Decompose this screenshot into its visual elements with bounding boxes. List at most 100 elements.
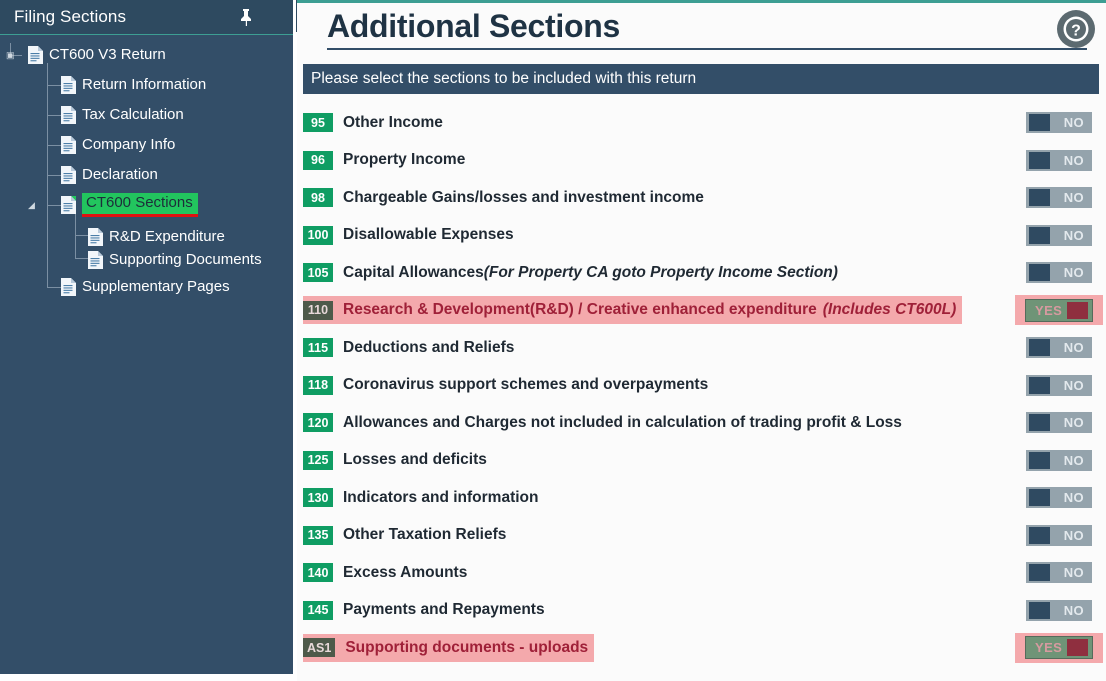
section-label-text: Coronavirus support schemes and overpaym…	[343, 376, 709, 394]
section-label: Coronavirus support schemes and overpaym…	[343, 376, 708, 394]
tree-item-supporting-documents[interactable]: Supporting Documents	[88, 248, 262, 272]
tree-item-label: Supporting Documents	[109, 251, 262, 268]
section-toggle-cell: NO	[1015, 595, 1103, 625]
section-toggle-no[interactable]: NO	[1026, 449, 1092, 471]
tree-item-supplementary-pages[interactable]: Supplementary Pages	[61, 275, 230, 299]
section-label: Chargeable Gains/losses and investment i…	[343, 189, 704, 207]
sections-list: 95 Other Income NO 96 Property Income NO 98 Cha…	[297, 104, 1106, 667]
toggle-knob	[1029, 414, 1050, 432]
toggle-knob	[1067, 639, 1088, 657]
section-code-badge: 145	[303, 600, 333, 620]
section-code-badge: 110	[303, 300, 333, 320]
section-toggle-cell: NO	[1015, 220, 1103, 250]
section-row-content: 125 Losses and deficits	[303, 446, 493, 474]
section-toggle-no[interactable]: NO	[1026, 487, 1092, 509]
document-icon	[28, 46, 43, 64]
document-icon	[61, 166, 76, 184]
tree-item-label: Return Information	[82, 76, 207, 93]
section-toggle-no[interactable]: NO	[1026, 562, 1092, 584]
instruction-text: Please select the sections to be include…	[311, 70, 697, 87]
section-row: 100 Disallowable Expenses NO	[297, 217, 1106, 255]
section-row: 120 Allowances and Charges not included i…	[297, 404, 1106, 442]
toggle-label: YES	[1035, 640, 1063, 656]
section-code-badge: 130	[303, 488, 333, 508]
tree-item-declaration[interactable]: Declaration	[61, 163, 158, 187]
tree-item-label: Declaration	[82, 166, 158, 183]
toggle-label: NO	[1063, 452, 1084, 468]
section-toggle-no[interactable]: NO	[1026, 224, 1092, 246]
document-icon	[88, 228, 103, 246]
section-toggle-no[interactable]: NO	[1026, 599, 1092, 621]
section-toggle-no[interactable]: NO	[1026, 374, 1092, 396]
tree-item-ct600-v3-return[interactable]: CT600 V3 Return	[28, 43, 166, 67]
toggle-knob	[1029, 151, 1050, 169]
section-toggle-no[interactable]: NO	[1026, 112, 1092, 134]
section-row: 110 Research & Development(R&D) / Creativ…	[297, 292, 1106, 330]
section-label-text: Losses and deficits	[343, 451, 487, 469]
tree-item-ct600-sections[interactable]: CT600 Sections	[61, 193, 198, 217]
document-icon	[61, 106, 76, 124]
tree-expander-root[interactable]: ▣	[6, 51, 15, 60]
help-circle-icon[interactable]: ?	[1054, 7, 1098, 51]
tree-item-company-info[interactable]: Company Info	[61, 133, 175, 157]
section-toggle-no[interactable]: NO	[1026, 337, 1092, 359]
section-toggle-no[interactable]: NO	[1026, 262, 1092, 284]
toggle-label: NO	[1063, 115, 1084, 131]
pin-icon[interactable]	[237, 7, 255, 27]
section-row-content: 95 Other Income	[303, 109, 449, 137]
section-toggle-yes[interactable]: YES	[1025, 298, 1093, 322]
section-label: Property Income	[343, 151, 465, 169]
tree-expander-ct600-sections[interactable]: ◢	[28, 201, 35, 210]
section-label-text: Indicators and information	[343, 488, 539, 506]
section-toggle-no[interactable]: NO	[1026, 524, 1092, 546]
section-row-content: 105 Capital Allowances(For Property CA go…	[303, 259, 844, 287]
section-toggle-no[interactable]: NO	[1026, 412, 1092, 434]
section-row-content: 115 Deductions and Reliefs	[303, 334, 520, 362]
tree-line	[47, 175, 61, 176]
toggle-label: NO	[1063, 415, 1084, 431]
svg-text:?: ?	[1071, 23, 1081, 40]
toggle-knob	[1029, 564, 1050, 582]
sidebar-title: Filing Sections	[14, 7, 127, 26]
section-row: 98 Chargeable Gains/losses and investment…	[297, 179, 1106, 217]
tree-item-return-information[interactable]: Return Information	[61, 73, 206, 97]
section-label: Capital Allowances(For Property CA goto …	[343, 264, 838, 282]
toggle-label: NO	[1063, 527, 1084, 543]
section-row-content: 96 Property Income	[303, 146, 471, 174]
tree-line	[75, 235, 88, 236]
section-code-badge: AS1	[303, 638, 336, 658]
tree-line	[47, 115, 61, 116]
tree-line	[75, 258, 88, 259]
section-toggle-cell: NO	[1015, 520, 1103, 550]
toggle-label: NO	[1063, 490, 1084, 506]
application-window: Filing Sections ▣ ◢ CT600 V3 Return Retu…	[0, 0, 1106, 681]
section-toggle-yes[interactable]: YES	[1025, 636, 1093, 660]
section-toggle-no[interactable]: NO	[1026, 149, 1092, 171]
section-toggle-cell: YES	[1015, 632, 1103, 663]
instruction-bar: Please select the sections to be include…	[303, 64, 1099, 94]
tree-item-tax-calculation[interactable]: Tax Calculation	[61, 103, 184, 127]
section-row: 95 Other Income NO	[297, 104, 1106, 142]
toggle-knob	[1029, 526, 1050, 544]
tree-line	[47, 145, 61, 146]
toggle-knob	[1029, 376, 1050, 394]
tree-item-rd-expenditure[interactable]: R&D Expenditure	[88, 225, 225, 249]
section-row: 130 Indicators and information NO	[297, 479, 1106, 517]
section-label-text: Payments and Repayments	[343, 601, 545, 619]
section-code-badge: 96	[303, 150, 333, 170]
section-toggle-no[interactable]: NO	[1026, 187, 1092, 209]
section-label: Losses and deficits	[343, 451, 487, 469]
section-label-text: Supporting documents - uploads	[345, 638, 589, 656]
section-toggle-cell: NO	[1015, 558, 1103, 588]
section-label: Allowances and Charges not included in c…	[343, 414, 902, 432]
tree-item-label: Supplementary Pages	[82, 278, 230, 295]
section-label-text: Allowances and Charges not included in c…	[343, 413, 902, 431]
toggle-label: YES	[1035, 302, 1063, 318]
document-icon	[61, 76, 76, 94]
toggle-label: NO	[1063, 227, 1084, 243]
section-row-content: 110 Research & Development(R&D) / Creativ…	[303, 296, 963, 325]
section-label-text: Disallowable Expenses	[343, 226, 514, 244]
main-content: Additional Sections ? Please select the …	[297, 0, 1106, 681]
section-label-text: Excess Amounts	[343, 563, 468, 581]
section-label: Supporting documents - uploads	[345, 639, 588, 657]
